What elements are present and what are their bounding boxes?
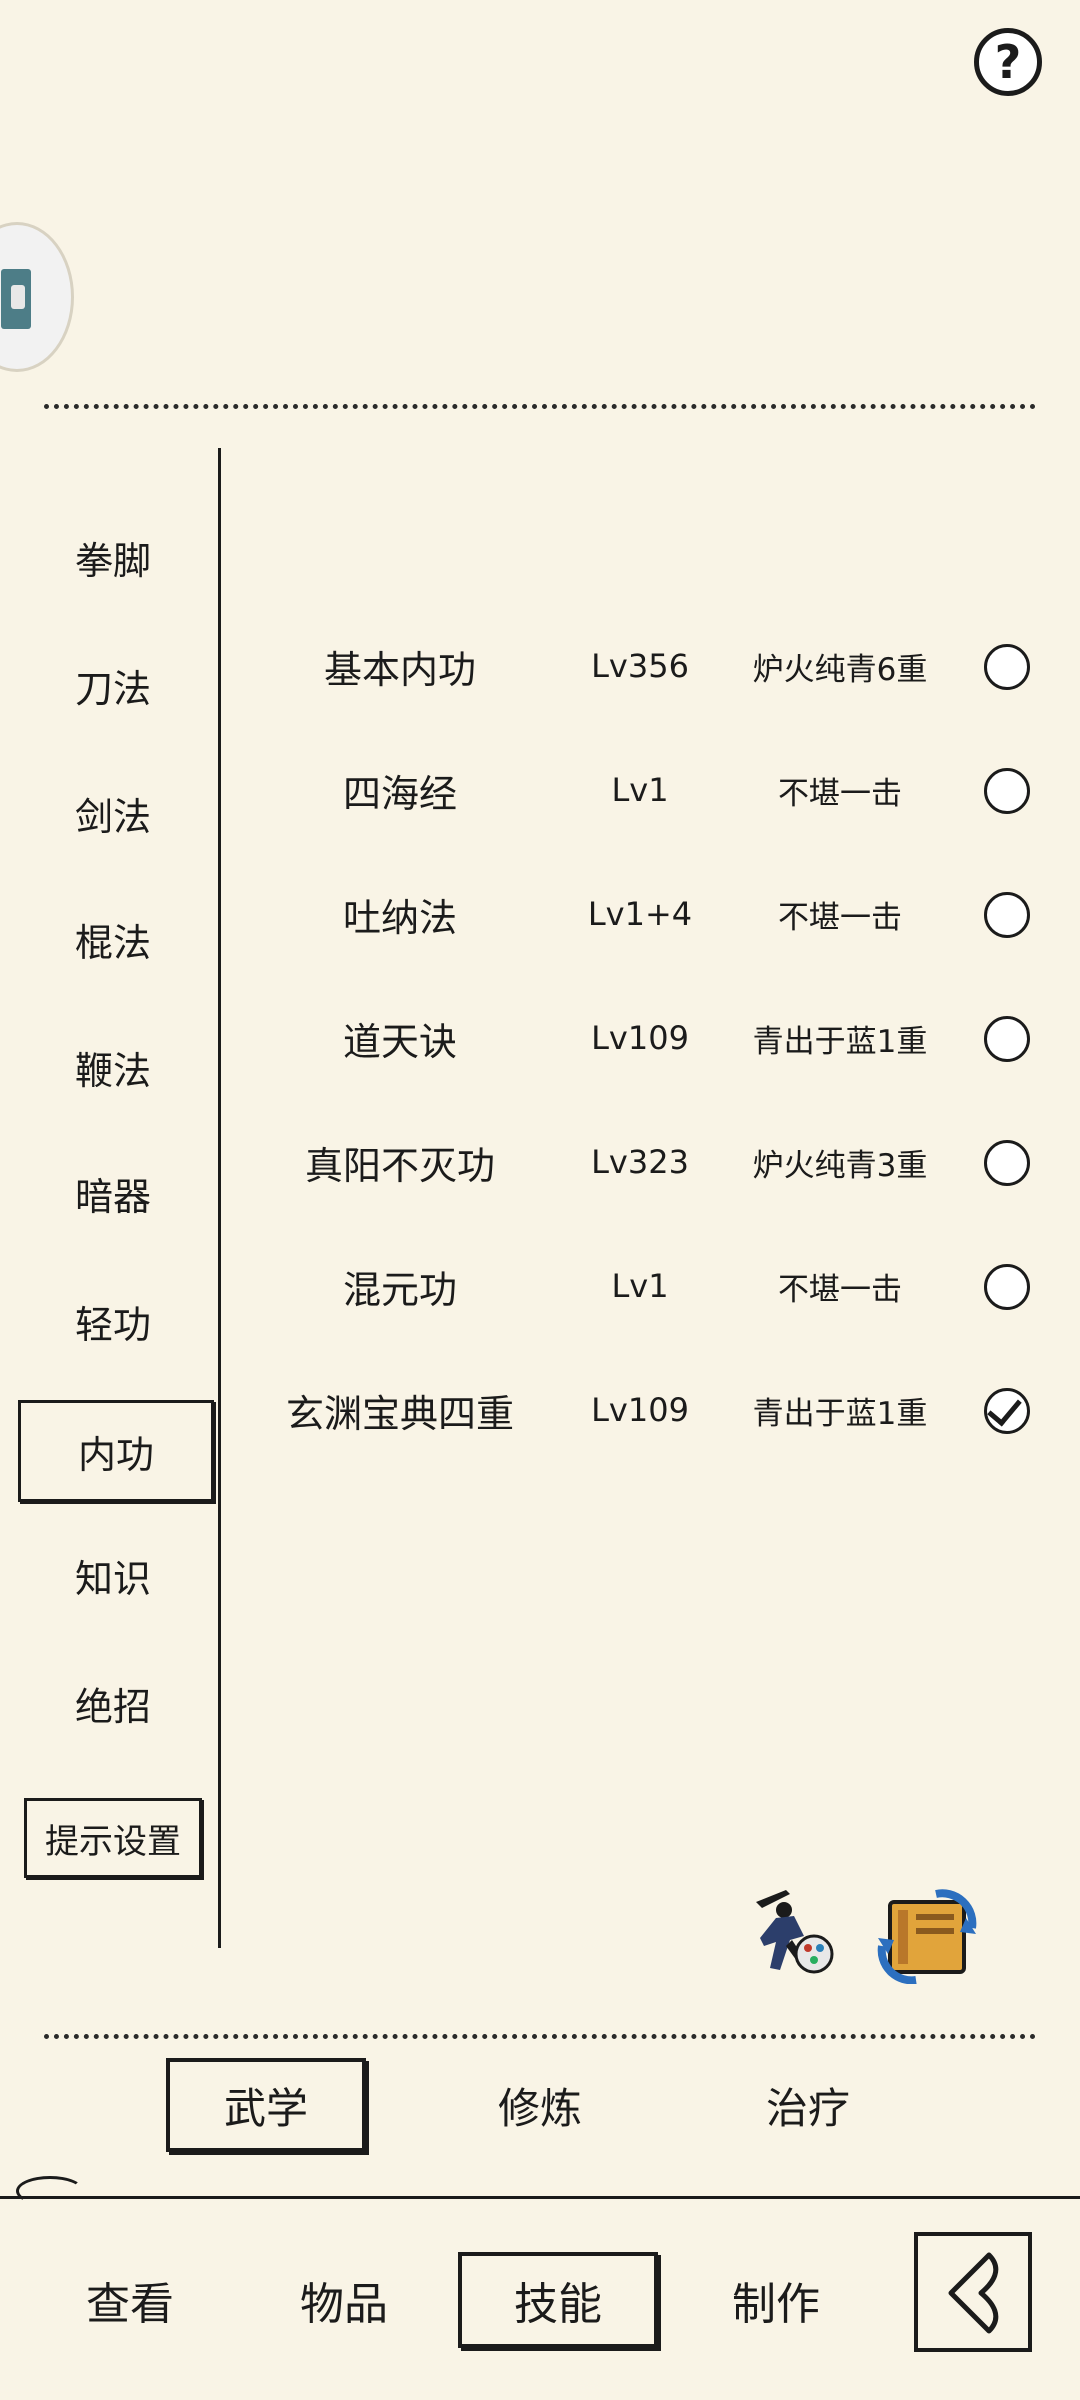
- martial-artist-icon[interactable]: [746, 1880, 836, 1976]
- bottom-divider: [44, 2034, 1036, 2039]
- top-divider: [44, 404, 1036, 409]
- skill-select-radio[interactable]: [984, 892, 1030, 938]
- nav-chakan[interactable]: 查看: [30, 2252, 230, 2348]
- skill-row[interactable]: 道天诀 Lv109 青出于蓝1重: [240, 998, 1040, 1078]
- skill-select-radio[interactable]: [984, 644, 1030, 690]
- skill-row[interactable]: 玄渊宝典四重 Lv109 青出于蓝1重: [240, 1370, 1040, 1450]
- category-bianfa[interactable]: 鞭法: [18, 1030, 208, 1104]
- tab-zhiliao[interactable]: 治疗: [708, 2058, 908, 2152]
- skill-row[interactable]: 吐纳法 Lv1+4 不堪一击: [240, 874, 1040, 954]
- category-divider: [218, 448, 221, 1948]
- skill-select-radio[interactable]: [984, 1140, 1030, 1186]
- skill-rank: 青出于蓝1重: [752, 1395, 928, 1432]
- category-quanjiao[interactable]: 拳脚: [18, 520, 208, 594]
- category-juezhao[interactable]: 绝招: [18, 1666, 208, 1740]
- skill-rank: 炉火纯青6重: [752, 651, 928, 688]
- skill-book-swap-icon[interactable]: [876, 1888, 980, 1985]
- category-gunfa[interactable]: 棍法: [18, 902, 208, 976]
- skill-name: 真阳不灭功: [304, 1143, 495, 1188]
- skill-rank: 青出于蓝1重: [752, 1023, 928, 1060]
- skill-name: 玄渊宝典四重: [285, 1391, 514, 1436]
- skill-name: 四海经: [342, 771, 457, 816]
- skill-level: Lv1: [611, 1267, 669, 1305]
- tab-xiulian[interactable]: 修炼: [440, 2058, 640, 2152]
- nav-wupin[interactable]: 物品: [244, 2252, 444, 2348]
- avatar[interactable]: [0, 222, 74, 372]
- skill-row[interactable]: 真阳不灭功 Lv323 炉火纯青3重: [240, 1122, 1040, 1202]
- category-anqi[interactable]: 暗器: [18, 1156, 208, 1230]
- skill-row[interactable]: 基本内功 Lv356 炉火纯青6重: [240, 626, 1040, 706]
- category-zhishi[interactable]: 知识: [18, 1538, 208, 1612]
- category-qinggong[interactable]: 轻功: [18, 1284, 208, 1358]
- skill-level: Lv109: [591, 1391, 689, 1429]
- nav-jineng[interactable]: 技能: [458, 2252, 658, 2348]
- skill-rank: 不堪一击: [778, 1271, 902, 1308]
- help-button[interactable]: ?: [974, 28, 1042, 96]
- skill-level: Lv356: [591, 647, 689, 685]
- skill-name: 道天诀: [342, 1019, 457, 1064]
- hint-settings-button[interactable]: 提示设置: [24, 1798, 202, 1878]
- question-mark-icon: ?: [994, 35, 1022, 89]
- skill-level: Lv109: [591, 1019, 689, 1057]
- skill-level: Lv1: [611, 771, 669, 809]
- tab-wuxue[interactable]: 武学: [166, 2058, 366, 2152]
- back-arrow-icon: [948, 2252, 999, 2334]
- nav-zhizuo[interactable]: 制作: [676, 2252, 876, 2348]
- skill-name: 基本内功: [323, 647, 476, 692]
- skill-select-radio-checked[interactable]: [984, 1388, 1030, 1434]
- category-daofa[interactable]: 刀法: [18, 648, 208, 722]
- skill-name: 混元功: [342, 1267, 457, 1312]
- skill-select-radio[interactable]: [984, 1264, 1030, 1310]
- skill-row[interactable]: 混元功 Lv1 不堪一击: [240, 1246, 1040, 1326]
- nav-separator: [0, 2196, 1080, 2199]
- skill-rank: 不堪一击: [778, 899, 902, 936]
- skill-level: Lv1+4: [587, 895, 693, 933]
- skill-select-radio[interactable]: [984, 1016, 1030, 1062]
- skill-level: Lv323: [591, 1143, 689, 1181]
- ornament: [16, 2176, 84, 2206]
- category-jianfa[interactable]: 剑法: [18, 776, 208, 850]
- back-button[interactable]: [914, 2232, 1032, 2352]
- skill-rank: 炉火纯青3重: [752, 1147, 928, 1184]
- skill-row[interactable]: 四海经 Lv1 不堪一击: [240, 750, 1040, 830]
- skill-select-radio[interactable]: [984, 768, 1030, 814]
- skill-rank: 不堪一击: [778, 775, 902, 812]
- skill-name: 吐纳法: [342, 895, 457, 940]
- category-neigong[interactable]: 内功: [18, 1400, 214, 1502]
